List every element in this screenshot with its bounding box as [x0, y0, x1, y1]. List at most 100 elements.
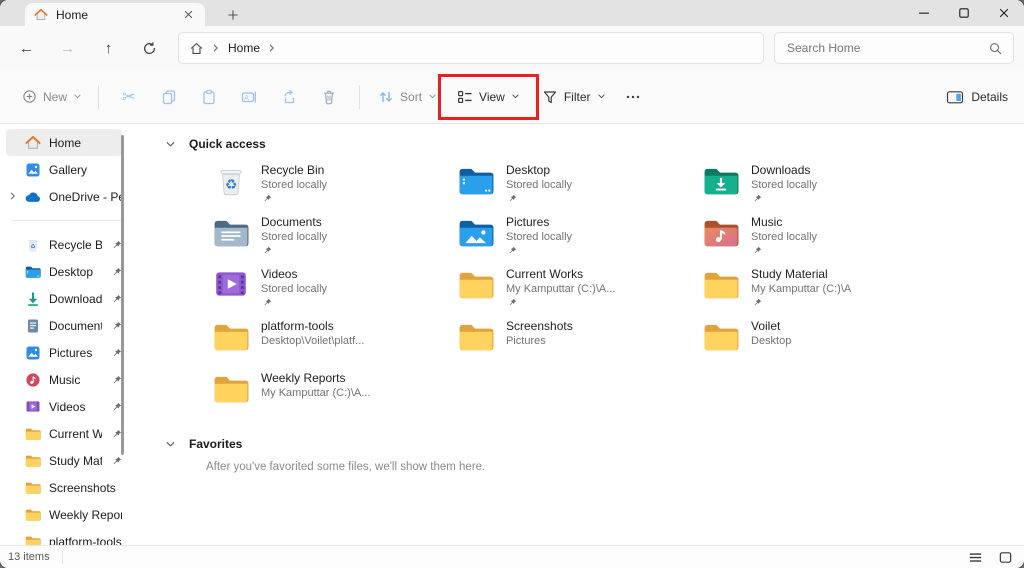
tile-weekly-reports[interactable]: Weekly Reports My Kamputtar (C:)\A... [213, 369, 458, 421]
thumbnail-view-icon [998, 550, 1013, 565]
chevron-down-icon [73, 92, 82, 101]
rename-icon [241, 89, 257, 105]
document-icon [25, 318, 41, 334]
sidebar-item-label: Videos [49, 400, 102, 414]
chevron-down-icon[interactable] [165, 439, 176, 450]
plus-icon [228, 10, 238, 20]
pin-icon [263, 246, 272, 255]
sidebar-item-screenshots[interactable]: Screenshots [6, 474, 122, 501]
search-box[interactable] [774, 32, 1014, 64]
onedrive-cloud-icon [25, 191, 41, 203]
maximize-icon [959, 8, 969, 18]
details-view-button[interactable] [964, 549, 986, 566]
status-bar: 13 items [0, 545, 1024, 568]
sidebar-item-desktop[interactable]: Desktop [6, 258, 122, 285]
filter-icon [542, 89, 558, 105]
home-breadcrumb-icon[interactable] [189, 41, 204, 56]
tile-documents[interactable]: Documents Stored locally [213, 213, 458, 265]
file-explorer-window: Home ← → ↑ H [0, 0, 1024, 568]
folder-icon [25, 427, 41, 440]
up-button[interactable]: ↑ [92, 31, 126, 65]
sidebar-item-study-material[interactable]: Study Materi [6, 447, 122, 474]
list-view-icon [968, 550, 983, 565]
recycle-bin-icon [213, 165, 249, 197]
sidebar-item-onedrive[interactable]: OneDrive - Pers [6, 183, 122, 210]
tile-downloads[interactable]: Downloads Stored locally [703, 161, 948, 213]
favorites-header[interactable]: Favorites [165, 431, 1024, 457]
paste-button[interactable] [189, 79, 229, 115]
tile-music[interactable]: Music Stored locally [703, 213, 948, 265]
sidebar-item-platform-tools[interactable]: platform-tools [6, 528, 122, 545]
tile-voilet[interactable]: Voilet Desktop [703, 317, 948, 369]
pin-icon [508, 298, 517, 307]
cut-button[interactable]: ✂ [109, 79, 149, 115]
tile-desktop[interactable]: Desktop Stored locally [458, 161, 703, 213]
home-icon [25, 135, 41, 151]
address-bar[interactable]: Home [178, 32, 764, 64]
music-folder-icon [703, 217, 739, 247]
details-button[interactable]: Details [946, 79, 1008, 115]
chevron-down-icon[interactable] [165, 139, 176, 150]
favorites-empty-text: After you've favorited some files, we'll… [206, 461, 1024, 473]
share-button[interactable] [269, 79, 309, 115]
sidebar-item-music[interactable]: Music [6, 366, 122, 393]
back-button[interactable]: ← [10, 31, 44, 65]
search-input[interactable] [785, 40, 988, 56]
quick-access-header[interactable]: Quick access [165, 131, 1024, 157]
sidebar-item-label: Study Materi [49, 454, 102, 468]
sidebar-item-pictures[interactable]: Pictures [6, 339, 122, 366]
pictures-folder-icon [458, 217, 494, 247]
delete-button[interactable] [309, 79, 349, 115]
sidebar-item-gallery[interactable]: Gallery [6, 156, 122, 183]
new-button[interactable]: New [16, 79, 88, 115]
status-divider [62, 551, 63, 564]
sidebar-divider [12, 220, 123, 221]
sidebar-item-current-work[interactable]: Current Worl [6, 420, 122, 447]
tile-platform-tools[interactable]: platform-tools Desktop\Voilet\platf... [213, 317, 458, 369]
tile-current-works[interactable]: Current Works My Kamputtar (C:)\A... [458, 265, 703, 317]
sidebar-item-home[interactable]: Home [6, 129, 122, 156]
maximize-button[interactable] [944, 0, 984, 26]
view-button[interactable]: View [445, 79, 532, 115]
search-icon[interactable] [988, 41, 1003, 56]
pin-icon [753, 246, 762, 255]
sidebar-item-videos[interactable]: Videos [6, 393, 122, 420]
command-bar: New ✂ Sort View [0, 70, 1024, 124]
tile-videos[interactable]: Videos Stored locally [213, 265, 458, 317]
close-button[interactable] [984, 0, 1024, 26]
folder-icon [703, 321, 739, 351]
sidebar-item-weekly-reports[interactable]: Weekly Reports [6, 501, 122, 528]
section-title: Favorites [189, 437, 242, 451]
chevron-down-icon [511, 92, 520, 101]
sidebar-item-documents[interactable]: Documents [6, 312, 122, 339]
more-options-button[interactable] [616, 79, 650, 115]
tile-pictures[interactable]: Pictures Stored locally [458, 213, 703, 265]
refresh-button[interactable] [133, 31, 167, 65]
tile-recycle-bin[interactable]: Recycle Bin Stored locally [213, 161, 458, 213]
share-icon [281, 89, 297, 105]
large-icons-view-button[interactable] [994, 549, 1016, 566]
tab-home[interactable]: Home [25, 3, 205, 26]
desktop-folder-icon [25, 265, 41, 278]
folder-icon [213, 321, 249, 351]
breadcrumb[interactable]: Home [228, 41, 260, 55]
new-tab-button[interactable] [222, 5, 244, 25]
sidebar-item-label: Screenshots [49, 481, 122, 495]
minimize-button[interactable] [904, 0, 944, 26]
chevron-right-icon[interactable] [267, 43, 277, 53]
copy-button[interactable] [149, 79, 189, 115]
minimize-icon [919, 8, 929, 18]
chevron-right-icon[interactable] [8, 191, 18, 201]
sort-button[interactable]: Sort [370, 79, 445, 115]
sidebar-item-downloads[interactable]: Downloads [6, 285, 122, 312]
new-label: New [43, 90, 67, 104]
tab-close-icon[interactable] [180, 7, 196, 23]
tile-study-material[interactable]: Study Material My Kamputtar (C:)\A [703, 265, 948, 317]
forward-button[interactable]: → [51, 31, 85, 65]
sidebar-scrollbar[interactable] [121, 135, 124, 455]
rename-button[interactable] [229, 79, 269, 115]
toolbar-divider [98, 85, 99, 109]
filter-button[interactable]: Filter [532, 79, 616, 115]
tile-screenshots[interactable]: Screenshots Pictures [458, 317, 703, 369]
sidebar-item-recycle-bin[interactable]: Recycle Bin [6, 231, 122, 258]
